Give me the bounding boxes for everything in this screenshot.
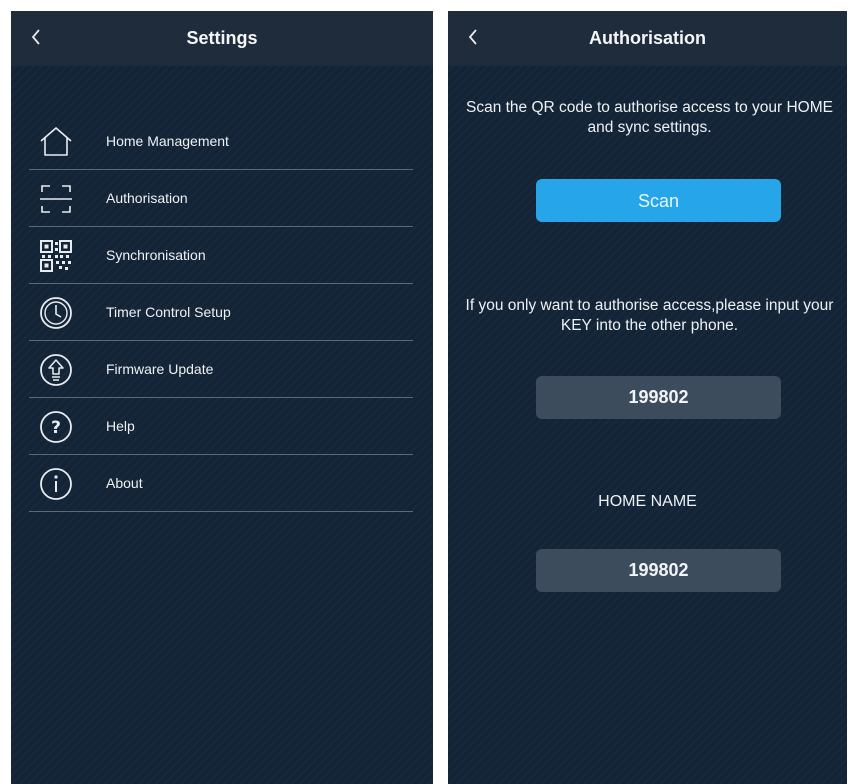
clock-icon [37,294,75,332]
menu-item-label: Timer Control Setup [106,304,231,320]
help-icon: ? [37,408,75,446]
menu-item-timer-control-setup[interactable]: Timer Control Setup [29,284,413,341]
menu-item-label: Home Management [106,133,229,149]
firmware-update-icon [37,351,75,389]
scan-button[interactable]: Scan [536,179,781,222]
menu-item-label: Synchronisation [106,247,206,263]
screenshot-stage: Settings Home Management Authorisation S… [0,0,853,784]
menu-item-label: Authorisation [106,190,188,206]
key-value-field: 199802 [536,376,781,419]
menu-item-label: Firmware Update [106,361,214,377]
menu-item-authorisation[interactable]: Authorisation [29,170,413,227]
qr-code-icon [37,237,75,275]
settings-screen: Settings Home Management Authorisation S… [11,11,433,784]
settings-title: Settings [186,28,258,48]
svg-text:?: ? [51,418,61,438]
authorisation-top-bar: Authorisation [448,11,847,66]
menu-item-home-management[interactable]: Home Management [29,113,413,170]
authorisation-title: Authorisation [589,28,706,48]
menu-item-label: Help [106,418,135,434]
home-name-label: HOME NAME [598,493,697,510]
authorisation-screen: Authorisation Scan the QR code to author… [448,11,847,784]
menu-item-firmware-update[interactable]: Firmware Update [29,341,413,398]
settings-top-bar: Settings [11,11,433,66]
menu-item-about[interactable]: About [29,455,413,512]
info-icon [37,465,75,503]
menu-item-help[interactable]: ? Help [29,398,413,455]
key-instruction: If you only want to authorise access,ple… [465,297,834,334]
menu-item-label: About [106,475,143,491]
scan-frame-icon [37,180,75,218]
settings-menu: Home Management Authorisation Synchronis… [29,113,413,512]
home-icon [37,123,75,161]
home-name-field: 199802 [536,549,781,592]
scan-instruction: Scan the QR code to authorise access to … [465,99,833,136]
menu-item-synchronisation[interactable]: Synchronisation [29,227,413,284]
